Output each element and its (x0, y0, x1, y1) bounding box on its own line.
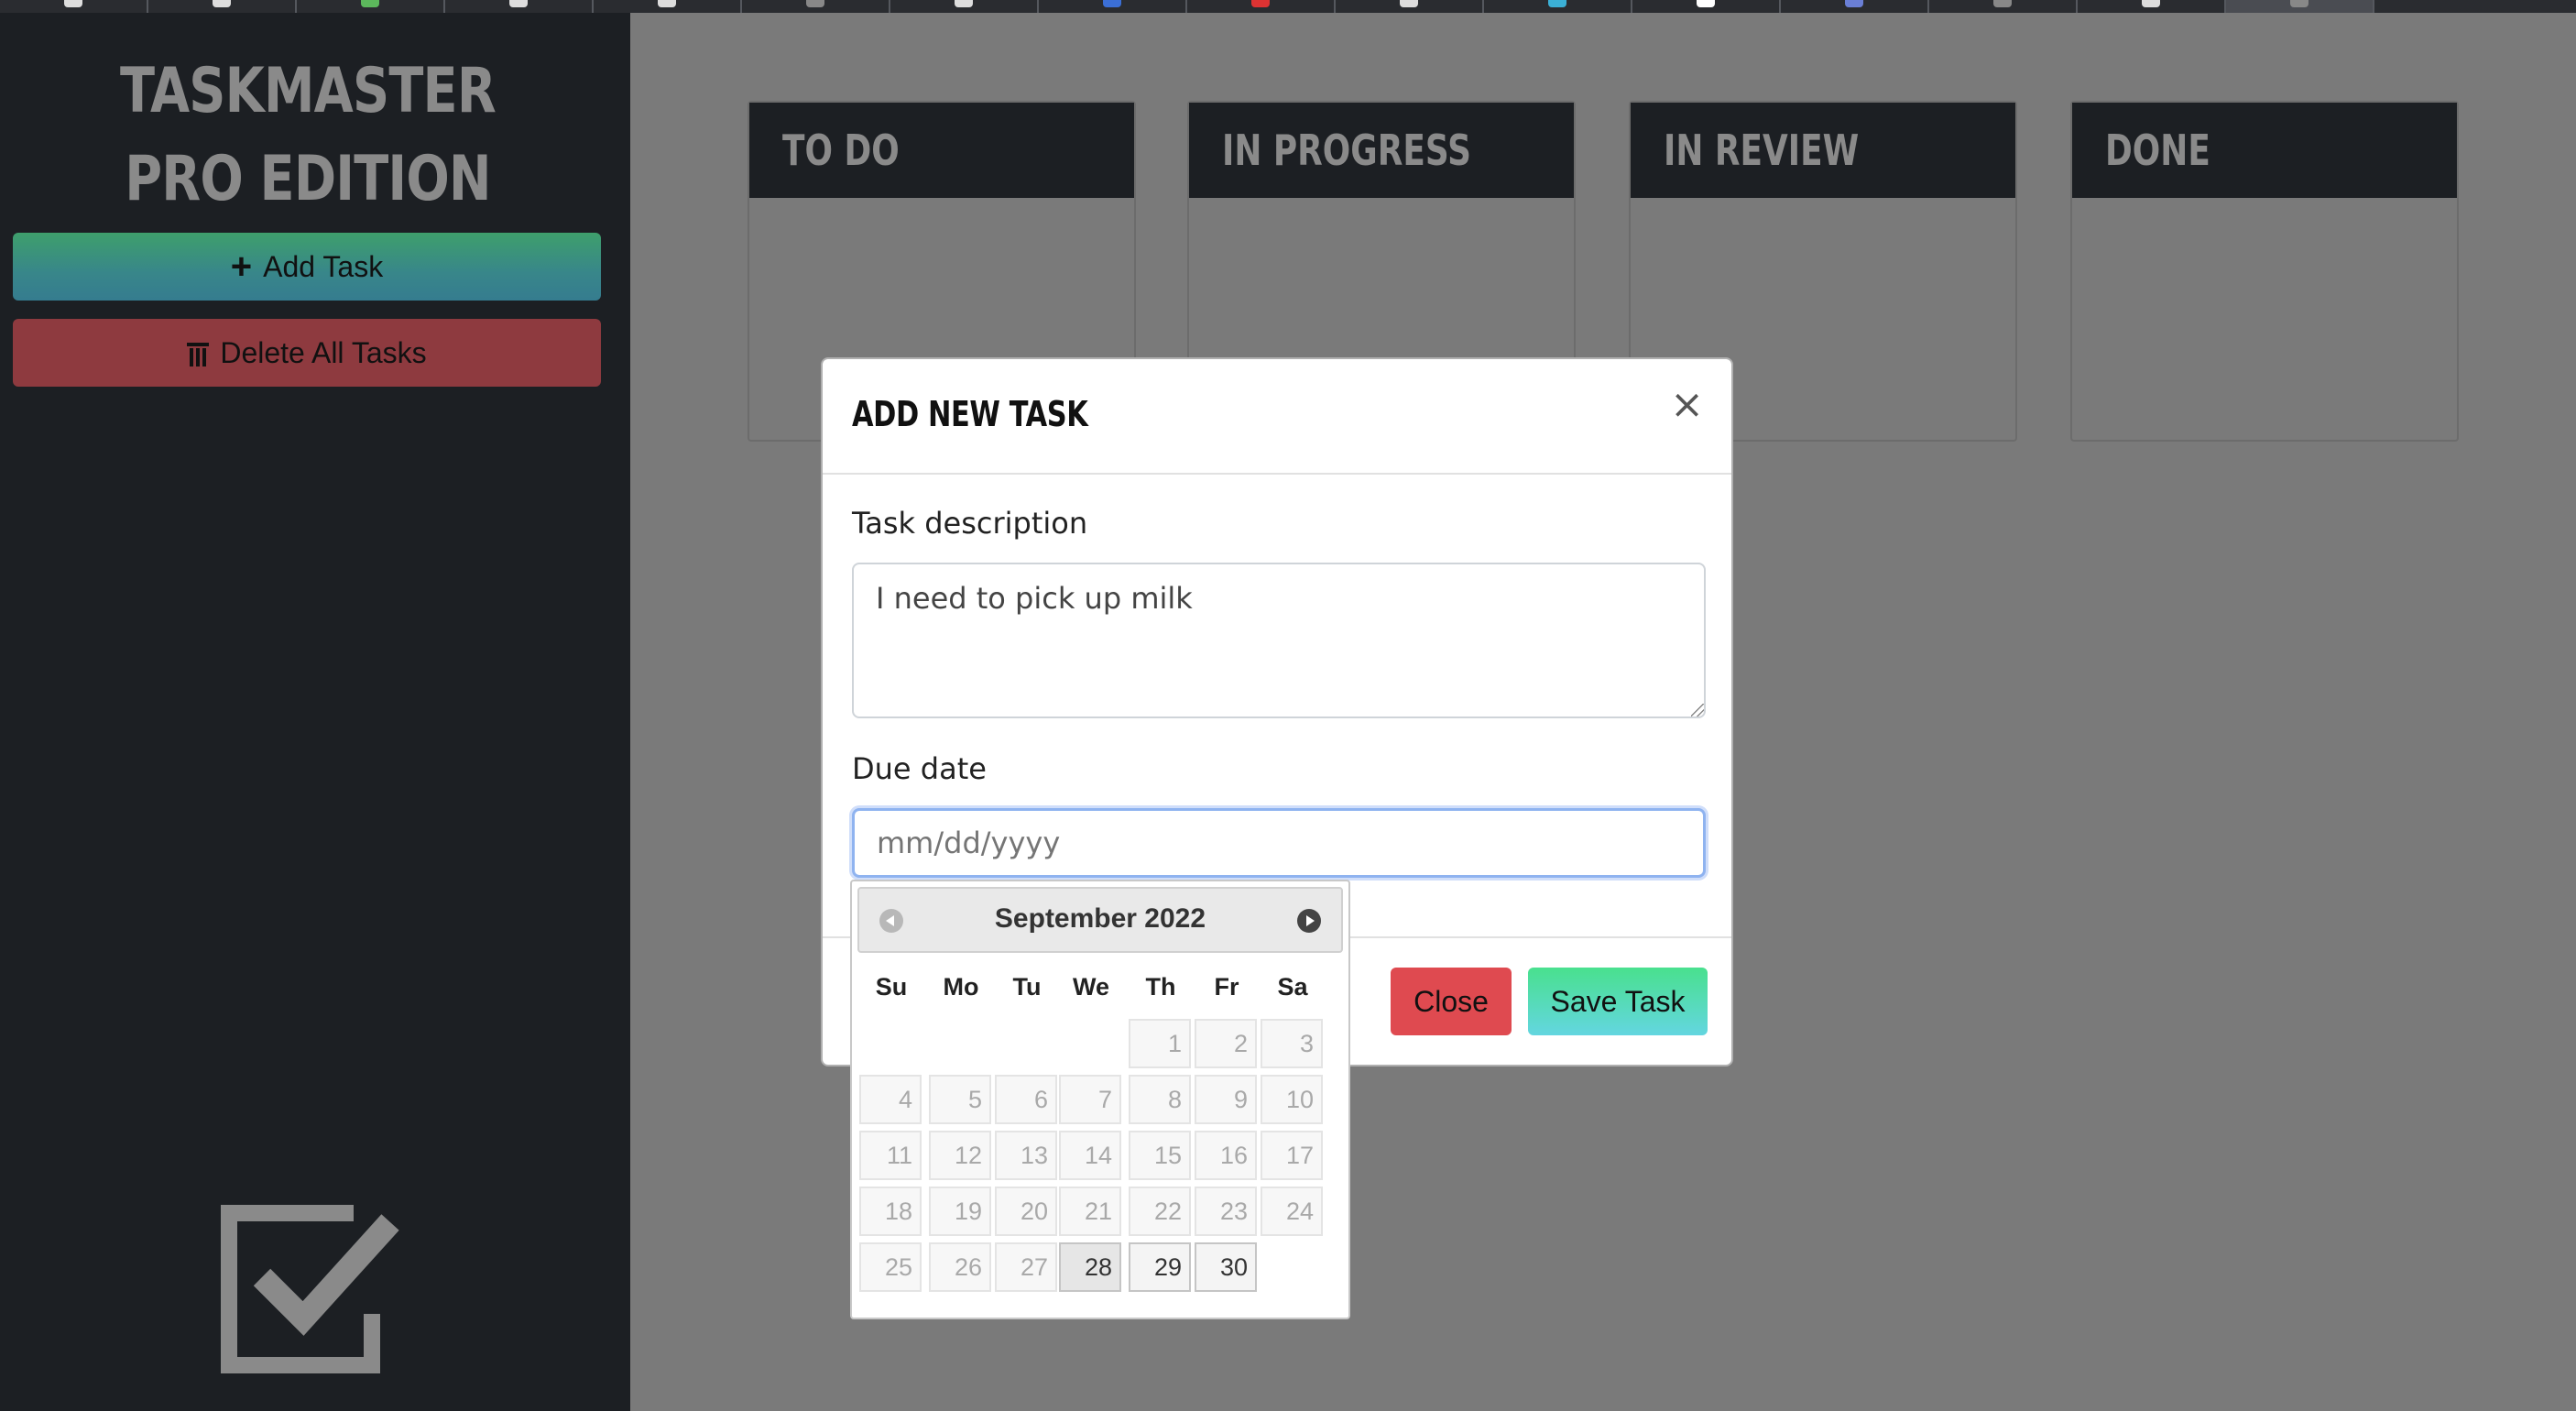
calendar-day: 22 (1129, 1187, 1191, 1236)
column-header: IN REVIEW (1631, 103, 2015, 198)
weekday-header: Mo (943, 973, 979, 1001)
due-date-input[interactable] (852, 808, 1706, 878)
column-header: TO DO (749, 103, 1134, 198)
plus-icon: + (230, 246, 253, 287)
calendar-day: 11 (859, 1131, 922, 1180)
calendar-day: 2 (1195, 1019, 1257, 1068)
datepicker: September 2022 Su Mo Tu We Th Fr Sa 1 2 3 4 5 6 7 8 9 10… (850, 880, 1350, 1319)
app-title: TASKMASTER PRO EDITION (120, 55, 497, 215)
calendar-day: 4 (859, 1075, 922, 1124)
calendar-day: 1 (1129, 1019, 1191, 1068)
calendar-day: 21 (1059, 1187, 1121, 1236)
task-description-label: Task description (852, 506, 1088, 541)
calendar-day: 19 (929, 1187, 991, 1236)
modal-title: ADD NEW TASK (852, 394, 1088, 434)
browser-tab[interactable] (1039, 0, 1187, 13)
calendar-day: 12 (929, 1131, 991, 1180)
calendar-day: 3 (1261, 1019, 1323, 1068)
calendar-day: 17 (1261, 1131, 1323, 1180)
browser-tab[interactable] (594, 0, 742, 13)
delete-all-label: Delete All Tasks (220, 335, 427, 369)
chevron-right-circle-icon[interactable] (1297, 909, 1321, 933)
calendar-day: 13 (995, 1131, 1057, 1180)
calendar-day: 15 (1129, 1131, 1191, 1180)
calendar-day: 18 (859, 1187, 922, 1236)
calendar-day: 7 (1059, 1075, 1121, 1124)
weekday-header: Su (875, 973, 908, 1001)
save-task-button[interactable]: Save Task (1528, 968, 1708, 1035)
calendar-day[interactable]: 30 (1195, 1242, 1257, 1292)
browser-tab-active[interactable] (2226, 0, 2374, 13)
add-task-label: Add Task (263, 249, 384, 283)
delete-all-tasks-button[interactable]: Delete All Tasks (13, 319, 601, 387)
calendar-day: 27 (995, 1242, 1057, 1292)
close-icon[interactable]: × (1670, 381, 1704, 428)
calendar-day: 9 (1195, 1075, 1257, 1124)
calendar-day: 6 (995, 1075, 1057, 1124)
browser-tab[interactable] (445, 0, 594, 13)
calendar-day: 24 (1261, 1187, 1323, 1236)
browser-tab[interactable] (148, 0, 297, 13)
browser-tab[interactable] (742, 0, 890, 13)
column-title: IN PROGRESS (1222, 126, 1471, 175)
close-button[interactable]: Close (1391, 968, 1512, 1035)
browser-tab[interactable] (890, 0, 1039, 13)
column-title: DONE (2105, 126, 2210, 175)
column-header: DONE (2072, 103, 2457, 198)
column-done: DONE (2070, 101, 2459, 442)
weekday-header: We (1072, 973, 1109, 1001)
browser-tab[interactable] (1781, 0, 1929, 13)
weekday-header: Tu (1012, 973, 1042, 1001)
browser-tab[interactable] (1632, 0, 1781, 13)
browser-tab[interactable] (1929, 0, 2078, 13)
column-header: IN PROGRESS (1189, 103, 1574, 198)
due-date-label: Due date (852, 751, 987, 786)
weekday-header: Fr (1214, 973, 1239, 1001)
calendar-day[interactable]: 28 (1059, 1242, 1121, 1292)
calendar-day: 10 (1261, 1075, 1323, 1124)
browser-tab-strip (0, 0, 2576, 13)
sidebar: TASKMASTER PRO EDITION + Add Task Delete… (0, 13, 630, 1411)
browser-tab[interactable] (1336, 0, 1484, 13)
datepicker-header: September 2022 (857, 887, 1343, 953)
trash-icon (187, 339, 210, 366)
add-task-button[interactable]: + Add Task (13, 233, 601, 301)
datepicker-month-year: September 2022 (994, 903, 1206, 934)
weekday-header: Th (1145, 973, 1176, 1001)
divider (823, 473, 1731, 475)
column-title: TO DO (782, 126, 900, 175)
browser-tab[interactable] (297, 0, 445, 13)
calendar-day: 23 (1195, 1187, 1257, 1236)
calendar-day: 5 (929, 1075, 991, 1124)
calendar-day: 16 (1195, 1131, 1257, 1180)
browser-tab[interactable] (1484, 0, 1632, 13)
calendar-day[interactable]: 29 (1129, 1242, 1191, 1292)
resize-grip-icon[interactable] (1691, 704, 1704, 716)
browser-tab[interactable] (0, 0, 148, 13)
calendar-day: 25 (859, 1242, 922, 1292)
browser-tab[interactable] (1187, 0, 1336, 13)
calendar-day: 26 (929, 1242, 991, 1292)
calendar-day: 8 (1129, 1075, 1191, 1124)
task-description-textarea[interactable] (852, 563, 1706, 718)
weekday-header: Sa (1277, 973, 1308, 1001)
checkbox-checked-icon (221, 1205, 399, 1373)
column-title: IN REVIEW (1664, 126, 1860, 175)
calendar-day: 20 (995, 1187, 1057, 1236)
browser-tab[interactable] (2078, 0, 2226, 13)
calendar-day: 14 (1059, 1131, 1121, 1180)
